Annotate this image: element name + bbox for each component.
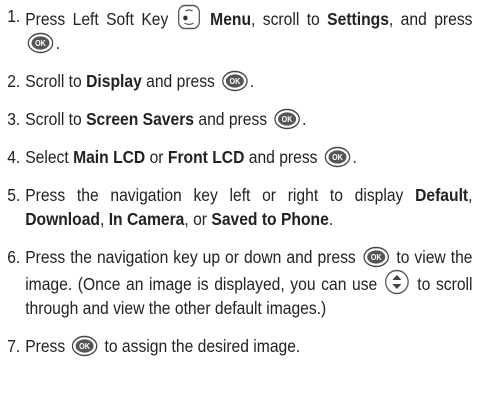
step-text: Scroll to Display and press OK . <box>25 69 472 93</box>
download-term: Download <box>25 209 100 229</box>
text: . <box>249 71 255 91</box>
text: , <box>99 209 105 229</box>
step-text: Press the navigation key up or down and … <box>25 245 473 320</box>
text: . <box>302 109 307 129</box>
ok-key-icon: OK <box>324 146 351 168</box>
step-text: Press OK to assign the desired image. <box>25 334 472 358</box>
front-lcd-term: Front LCD <box>167 147 245 167</box>
step-number: 5. <box>7 185 21 205</box>
step-text: Scroll to Screen Savers and press OK . <box>25 107 472 131</box>
in-camera-term: In Camera <box>108 209 185 229</box>
screen-savers-term: Screen Savers <box>86 109 195 129</box>
text: , scroll to <box>251 9 320 29</box>
step-3: 3. Scroll to Screen Savers and press OK … <box>7 107 472 131</box>
step-text: Press Left Soft Key Menu, scroll to Sett… <box>25 4 472 55</box>
ok-key-icon: OK <box>27 32 54 54</box>
svg-text:OK: OK <box>281 115 292 124</box>
step-number: 1. <box>7 6 21 26</box>
text: Press <box>25 336 66 356</box>
svg-text:OK: OK <box>332 153 343 162</box>
step-7: 7. Press OK to assign the desired image. <box>7 334 472 358</box>
default-term: Default <box>415 185 469 205</box>
step-number: 2. <box>7 71 21 91</box>
left-soft-key-icon <box>178 4 201 30</box>
step-text: Press the navigation key left or right t… <box>25 183 472 231</box>
up-down-navigation-key-icon <box>385 269 410 295</box>
step-4: 4. Select Main LCD or Front LCD and pres… <box>7 145 472 169</box>
ok-key-icon: OK <box>71 335 98 357</box>
text: and press <box>198 109 268 129</box>
step-1: 1. Press Left Soft Key Menu, scroll to S… <box>7 4 472 55</box>
step-text: Select Main LCD or Front LCD and press O… <box>25 145 472 169</box>
settings-term: Settings <box>327 9 389 29</box>
text: Select <box>25 147 69 167</box>
ok-key-icon: OK <box>273 108 300 130</box>
text: Scroll to <box>25 109 82 129</box>
main-lcd-term: Main LCD <box>73 147 146 167</box>
text: . <box>352 147 357 167</box>
text: to assign the desired image. <box>104 336 301 356</box>
text: and press <box>248 147 318 167</box>
saved-to-phone-term: Saved to Phone <box>211 209 329 229</box>
step-number: 7. <box>7 336 21 356</box>
text: Scroll to <box>25 71 82 91</box>
step-number: 4. <box>7 147 21 167</box>
text: . <box>328 209 334 229</box>
text: . <box>55 33 61 53</box>
step-6: 6. Press the navigation key up or down a… <box>7 245 473 320</box>
text: , and press <box>388 9 473 29</box>
text: or <box>149 147 164 167</box>
text: , or <box>184 209 208 229</box>
menu-term: Menu <box>210 9 252 29</box>
step-5: 5. Press the navigation key left or righ… <box>7 183 472 231</box>
svg-text:OK: OK <box>229 77 240 86</box>
step-2: 2. Scroll to Display and press OK . <box>7 69 472 93</box>
svg-text:OK: OK <box>79 342 90 351</box>
text: , <box>468 185 473 205</box>
svg-text:OK: OK <box>35 39 46 48</box>
text: Press Left Soft Key <box>25 9 169 29</box>
text: Press the navigation key left or right t… <box>25 185 404 205</box>
svg-text:OK: OK <box>371 253 382 262</box>
text: Press the navigation key up or down and … <box>25 247 356 267</box>
step-number: 6. <box>7 247 21 267</box>
display-term: Display <box>86 71 142 91</box>
text: and press <box>146 71 215 91</box>
ok-key-icon: OK <box>363 246 390 268</box>
instruction-steps: 1. Press Left Soft Key Menu, scroll to S… <box>0 0 480 372</box>
step-number: 3. <box>7 109 21 129</box>
ok-key-icon: OK <box>221 70 248 92</box>
